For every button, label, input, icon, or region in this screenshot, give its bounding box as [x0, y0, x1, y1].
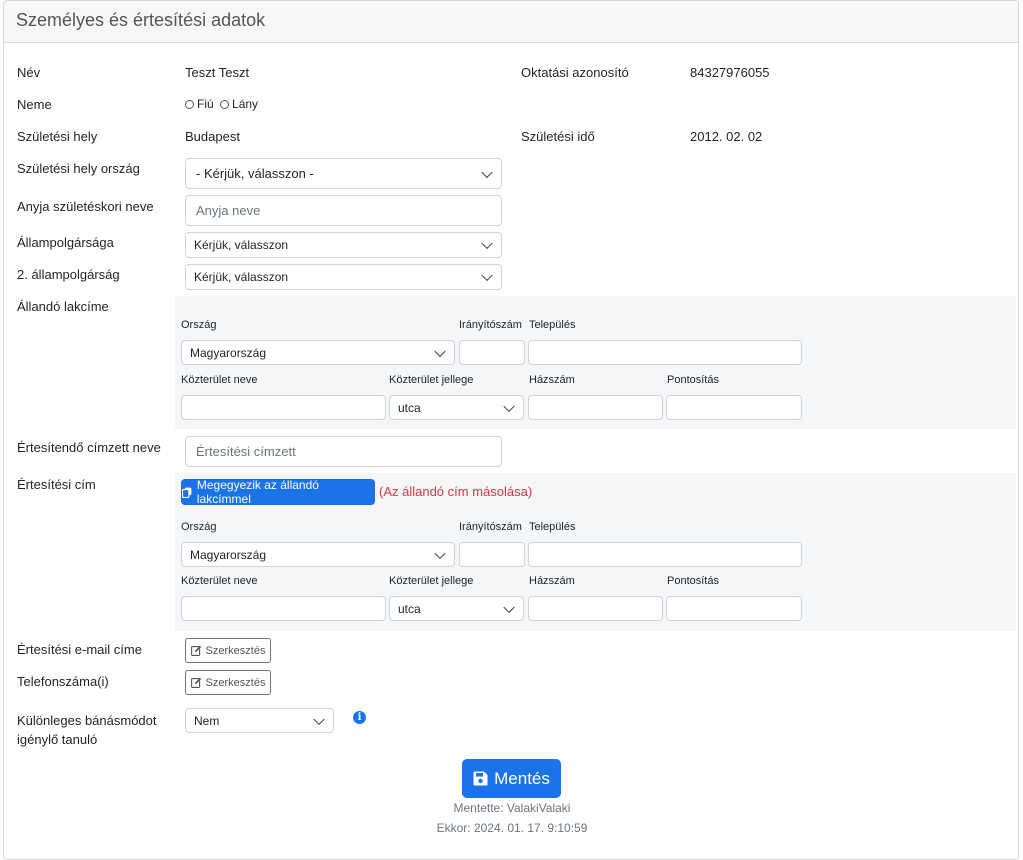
special-needs-value: Nem	[194, 713, 220, 728]
notif-detail-label: Pontosítás	[667, 575, 719, 587]
edu-id-value: 84327976055	[690, 65, 770, 80]
special-needs-label-line1: Különleges bánásmódot	[17, 713, 157, 728]
birth-country-select[interactable]: - Kérjük, válasszon -	[185, 158, 502, 189]
mother-name-label: Anyja születéskori neve	[17, 199, 154, 214]
perm-city-input[interactable]	[528, 340, 802, 365]
notif-street-type-select[interactable]: utca	[389, 596, 524, 621]
birthdate-value: 2012. 02. 02	[690, 129, 763, 144]
saved-by-text: Mentette: ValakiValaki	[453, 801, 571, 815]
recipient-placeholder: Értesítési címzett	[196, 444, 296, 459]
perm-street-type-label: Közterület jellege	[389, 374, 474, 386]
citizenship-select[interactable]: Kérjük, válasszon	[185, 232, 502, 258]
notif-detail-input[interactable]	[666, 596, 802, 621]
birth-country-value: - Kérjük, válasszon -	[196, 166, 314, 181]
gender-label: Neme	[17, 97, 52, 112]
name-value: Teszt Teszt	[185, 65, 250, 80]
chevron-down-icon	[434, 345, 446, 357]
notification-address-label: Értesítési cím	[17, 477, 96, 492]
perm-country-label: Ország	[181, 319, 217, 331]
mother-name-input[interactable]: Anyja neve	[185, 195, 502, 226]
perm-street-input[interactable]	[181, 395, 386, 420]
perm-zip-input[interactable]	[459, 340, 525, 365]
citizenship-value: Kérjük, válasszon	[194, 238, 289, 252]
chevron-down-icon	[503, 601, 515, 613]
perm-country-select[interactable]: Magyarország	[181, 340, 455, 365]
citizenship2-label: 2. állampolgárság	[17, 267, 120, 282]
citizenship-label: Állampolgársága	[17, 235, 114, 250]
copy-address-button[interactable]: Megegyezik az állandó lakcímmel	[181, 478, 375, 506]
notif-house-label: Házszám	[529, 575, 575, 587]
save-button-label: Mentés	[494, 768, 550, 788]
chevron-down-icon	[481, 166, 493, 178]
card-title: Személyes és értesítési adatok	[16, 10, 266, 30]
floppy-disk-icon	[473, 771, 488, 786]
perm-country-value: Magyarország	[190, 345, 267, 360]
recipient-input[interactable]: Értesítési címzett	[185, 436, 502, 467]
email-edit-button[interactable]: Szerkesztés	[185, 638, 271, 663]
notif-zip-label: Irányítószám	[459, 521, 522, 533]
phone-edit-label: Szerkesztés	[205, 676, 266, 689]
name-label: Név	[17, 65, 41, 80]
chevron-down-icon	[503, 400, 515, 412]
notif-street-type-value: utca	[398, 601, 421, 616]
notif-country-value: Magyarország	[190, 547, 267, 562]
perm-street-type-select[interactable]: utca	[389, 395, 524, 420]
email-edit-label: Szerkesztés	[205, 644, 266, 657]
special-needs-label: Különleges bánásmódot igénylő tanuló	[17, 711, 157, 749]
chevron-down-icon	[434, 547, 446, 559]
gender-male-label: Fiú	[197, 97, 214, 111]
email-label: Értesítési e-mail címe	[17, 642, 142, 657]
edit-icon	[190, 677, 201, 688]
special-needs-label-line2: igénylő tanuló	[17, 732, 98, 747]
notif-house-input[interactable]	[528, 596, 663, 621]
citizenship2-value: Kérjük, válasszon	[194, 270, 289, 284]
chevron-down-icon	[481, 269, 493, 282]
perm-street-type-value: utca	[398, 400, 421, 415]
notif-street-input[interactable]	[181, 596, 386, 621]
edit-icon	[190, 645, 201, 656]
perm-house-input[interactable]	[528, 395, 663, 420]
birthdate-label: Születési idő	[521, 129, 595, 144]
edu-id-label: Oktatási azonosító	[521, 65, 629, 80]
copy-icon	[182, 487, 192, 498]
perm-zip-label: Irányítószám	[459, 319, 522, 331]
notif-street-label: Közterület neve	[181, 575, 258, 587]
perm-detail-input[interactable]	[666, 395, 802, 420]
perm-house-label: Házszám	[529, 374, 575, 386]
save-button[interactable]: Mentés	[462, 759, 561, 798]
gender-female-radio[interactable]	[220, 100, 230, 109]
chevron-down-icon	[313, 713, 325, 725]
info-icon[interactable]: i	[353, 711, 366, 724]
perm-city-label: Település	[529, 319, 576, 331]
gender-male-radio[interactable]	[185, 100, 194, 109]
chevron-down-icon	[481, 237, 493, 250]
recipient-label: Értesítendő címzett neve	[17, 440, 161, 455]
citizenship2-select[interactable]: Kérjük, válasszon	[185, 264, 502, 290]
card-header: Személyes és értesítési adatok	[4, 1, 1018, 43]
perm-street-label: Közterület neve	[181, 374, 258, 386]
notif-country-label: Ország	[181, 521, 217, 533]
phone-edit-button[interactable]: Szerkesztés	[185, 670, 271, 695]
special-needs-select[interactable]: Nem	[185, 708, 334, 733]
notif-street-type-label: Közterület jellege	[389, 575, 474, 587]
notif-country-select[interactable]: Magyarország	[181, 542, 455, 567]
notif-city-input[interactable]	[528, 542, 802, 567]
birthplace-label: Születési hely	[17, 129, 98, 144]
gender-female-label: Lány	[232, 97, 259, 111]
gender-radio-group: Fiú Lány	[185, 97, 258, 111]
birthplace-value: Budapest	[185, 129, 240, 144]
perm-detail-label: Pontosítás	[667, 374, 719, 386]
saved-at-text: Ekkor: 2024. 01. 17. 9:10:59	[436, 821, 588, 835]
mother-name-placeholder: Anyja neve	[196, 203, 261, 218]
notif-zip-input[interactable]	[459, 542, 525, 567]
copy-address-button-label: Megegyezik az állandó lakcímmel	[196, 478, 319, 506]
birth-country-label: Születési hely ország	[17, 161, 140, 176]
notif-city-label: Település	[529, 521, 576, 533]
phone-label: Telefonszáma(i)	[17, 674, 109, 689]
copy-address-note: (Az állandó cím másolása)	[379, 484, 533, 499]
permanent-address-label: Állandó lakcíme	[17, 299, 109, 314]
